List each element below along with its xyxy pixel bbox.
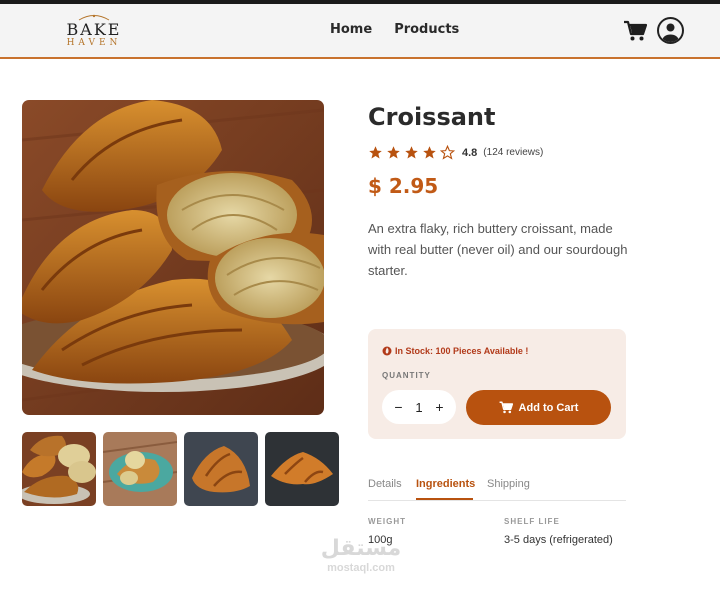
star-icon <box>405 146 418 159</box>
purchase-panel: In Stock: 100 Pieces Available ! QUANTIT… <box>368 329 626 439</box>
user-icon <box>662 23 679 42</box>
site-header: BAKE HAVEN Home Products <box>0 4 720 59</box>
tab-shipping[interactable]: Shipping <box>487 478 530 490</box>
nav-home-link[interactable]: Home <box>330 22 372 37</box>
thumbnail-4[interactable] <box>265 432 339 506</box>
spec-shelf-life: SHELF LIFE 3-5 days (refrigerated) <box>504 517 613 546</box>
cart-icon <box>499 401 513 414</box>
brand-tagline: HAVEN <box>66 38 122 48</box>
quantity-stepper: − 1 + <box>382 390 456 424</box>
product-title: Croissant <box>368 103 496 131</box>
quantity-label: QUANTITY <box>382 371 431 380</box>
star-outline-icon <box>440 145 455 160</box>
product-price: $ 2.95 <box>368 174 439 198</box>
brand-name: BAKE <box>66 20 122 39</box>
product-description: An extra flaky, rich buttery croissant, … <box>368 221 628 278</box>
main-nav: Home Products <box>330 22 459 37</box>
watermark: مستقل mostaql.com <box>316 536 406 574</box>
star-icon <box>387 146 400 159</box>
active-tab-indicator <box>416 498 473 500</box>
rating-value: 4.8 <box>462 146 478 159</box>
product-rating: 4.8 (124 reviews) <box>368 145 543 160</box>
thumbnail-2[interactable] <box>103 432 177 506</box>
minus-button[interactable]: − <box>394 399 402 415</box>
add-to-cart-label: Add to Cart <box>518 401 579 414</box>
plus-button[interactable]: + <box>435 399 443 415</box>
spec-value: 3-5 days (refrigerated) <box>504 534 613 546</box>
product-tabs: Details Ingredients Shipping <box>368 478 626 501</box>
stock-status: In Stock: 100 Pieces Available ! <box>382 345 528 356</box>
stock-text: In Stock: 100 Pieces Available ! <box>395 345 529 356</box>
account-button[interactable] <box>657 17 684 44</box>
add-to-cart-button[interactable]: Add to Cart <box>466 390 611 425</box>
cart-button[interactable] <box>623 20 648 42</box>
watermark-arabic: مستقل <box>320 536 402 561</box>
quantity-value[interactable]: 1 <box>415 400 422 415</box>
review-count[interactable]: (124 reviews) <box>483 147 543 158</box>
tab-ingredients[interactable]: Ingredients <box>416 478 475 490</box>
fire-icon <box>382 346 392 356</box>
thumbnail-1[interactable] <box>22 432 96 506</box>
star-icon <box>423 146 436 159</box>
cart-icon <box>624 20 648 41</box>
star-icon <box>369 146 382 159</box>
thumbnail-3[interactable] <box>184 432 258 506</box>
spec-label: WEIGHT <box>368 517 406 526</box>
nav-products-link[interactable]: Products <box>394 22 459 37</box>
brand-logo[interactable]: BAKE HAVEN <box>62 14 126 48</box>
tab-details[interactable]: Details <box>368 478 402 490</box>
spec-label: SHELF LIFE <box>504 517 560 526</box>
main-product-image <box>22 100 324 415</box>
watermark-latin: mostaql.com <box>327 562 395 574</box>
